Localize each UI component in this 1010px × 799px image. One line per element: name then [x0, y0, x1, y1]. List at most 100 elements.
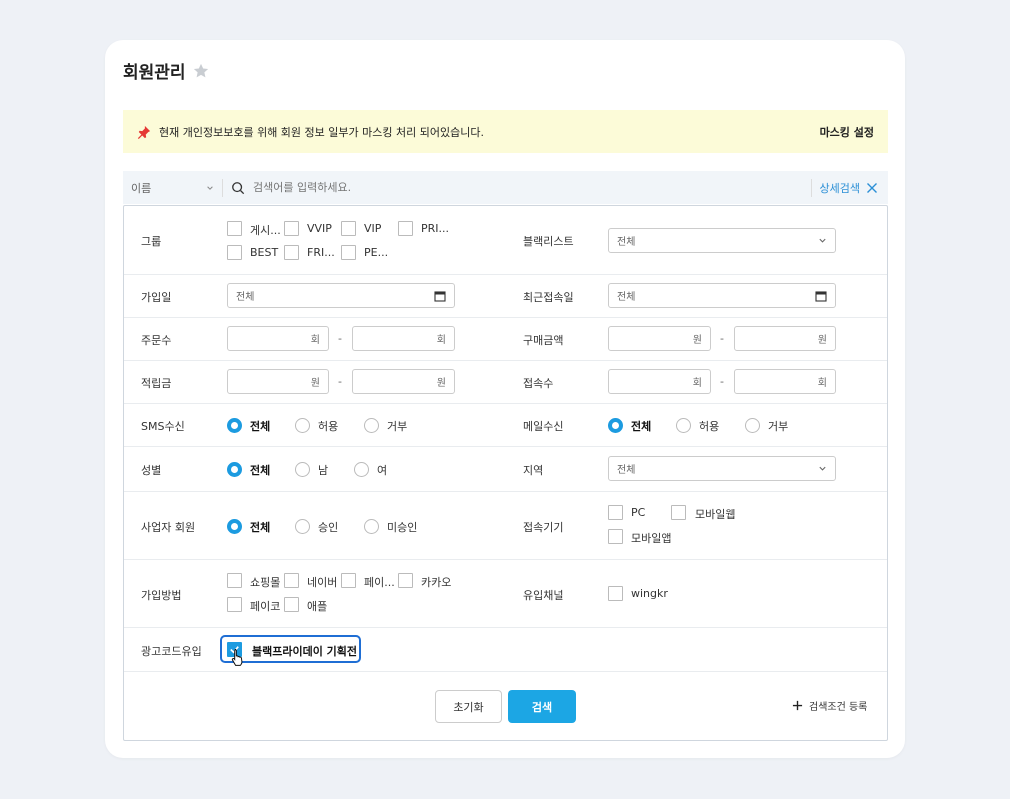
group-checkbox[interactable] — [227, 221, 242, 236]
gender-radio-female[interactable] — [354, 462, 369, 477]
join-method-option: 네이버 — [307, 576, 338, 589]
group-checkbox[interactable] — [398, 221, 413, 236]
filter-row-consent: SMS수신 전체 허용 거부 메일수신 전체 허용 거부 — [124, 404, 887, 447]
chevron-down-icon — [207, 185, 213, 190]
inflow-channel-option: wingkr — [631, 587, 668, 600]
group-checkbox[interactable] — [341, 221, 356, 236]
filter-row-gender: 성별 전체 남 여 지역 전체 — [124, 447, 887, 492]
inflow-channel-checkbox[interactable] — [608, 586, 623, 601]
purchase-amount-max[interactable]: 원 — [734, 326, 836, 351]
device-checkbox[interactable] — [671, 505, 686, 520]
search-field-select[interactable]: 이름 — [123, 178, 223, 197]
group-option: BEST — [250, 246, 279, 259]
region-select[interactable]: 전체 — [608, 456, 836, 481]
join-method-checkbox[interactable] — [284, 597, 299, 612]
filter-row-points: 적립금 원 - 원 접속수 회 - 회 — [124, 361, 887, 404]
region-value: 전체 — [617, 465, 636, 476]
chevron-down-icon — [819, 466, 826, 471]
join-method-checkbox[interactable] — [227, 573, 242, 588]
email-option: 전체 — [631, 420, 652, 433]
ad-code-option: 블랙프라이데이 기획전 — [252, 645, 358, 658]
points-max[interactable]: 원 — [352, 369, 455, 394]
purchase-amount-min[interactable]: 원 — [608, 326, 711, 351]
register-search-condition-button[interactable]: 검색조건 등록 — [792, 698, 867, 713]
group-checkbox[interactable] — [284, 245, 299, 260]
group-option: VIP — [364, 222, 382, 235]
join-date-label: 가입일 — [141, 291, 172, 304]
join-method-option: 페이코 — [250, 600, 281, 613]
search-input[interactable] — [245, 181, 811, 194]
range-separator: - — [338, 332, 342, 345]
visits-max[interactable]: 회 — [734, 369, 836, 394]
filter-row-join-method: 가입방법 쇼핑몰 네이버 페이... 카카오 페이코 애플 유입채널 wingk… — [124, 560, 887, 628]
group-checkbox[interactable] — [341, 245, 356, 260]
close-icon[interactable] — [866, 182, 878, 194]
business-radio-approved[interactable] — [295, 519, 310, 534]
notice-text: 현재 개인정보보호를 위해 회원 정보 일부가 마스킹 처리 되어있습니다. — [159, 125, 484, 139]
group-checkbox[interactable] — [284, 221, 299, 236]
page-title-wrap: 회원관리 — [123, 58, 210, 83]
search-bar: 이름 상세검색 — [123, 171, 888, 204]
sms-option: 전체 — [250, 420, 271, 433]
order-count-max[interactable]: 회 — [352, 326, 455, 351]
group-option: 게시... — [250, 224, 281, 237]
reset-button[interactable]: 초기화 — [435, 690, 502, 723]
device-checkbox[interactable] — [608, 505, 623, 520]
search-button[interactable]: 검색 — [508, 690, 576, 723]
order-count-min[interactable]: 회 — [227, 326, 329, 351]
gender-option: 여 — [377, 464, 388, 477]
sms-radio-deny[interactable] — [364, 418, 379, 433]
filter-row-orders: 주문수 회 - 회 구매금액 원 - 원 — [124, 318, 887, 361]
join-method-checkbox[interactable] — [398, 573, 413, 588]
group-option: PE... — [364, 246, 389, 259]
ad-code-label: 광고코드유입 — [141, 645, 202, 658]
advanced-search-toggle[interactable]: 상세검색 — [810, 178, 888, 197]
advanced-search-label: 상세검색 — [819, 181, 860, 195]
join-method-checkbox[interactable] — [284, 573, 299, 588]
gender-radio-male[interactable] — [295, 462, 310, 477]
device-option: 모바일앱 — [631, 532, 672, 545]
group-checkbox[interactable] — [227, 245, 242, 260]
unit-label: 원 — [817, 335, 827, 346]
email-label: 메일수신 — [523, 420, 564, 433]
blacklist-select[interactable]: 전체 — [608, 228, 836, 253]
advanced-search-panel: 그룹 게시... VVIP VIP PRI... BEST FRI... PE.… — [123, 205, 888, 741]
filter-row-business: 사업자 회원 전체 승인 미승인 접속기기 PC 모바일웹 모바일앱 — [124, 492, 887, 560]
privacy-notice: 현재 개인정보보호를 위해 회원 정보 일부가 마스킹 처리 되어있습니다. 마… — [123, 110, 888, 153]
business-option: 승인 — [318, 521, 339, 534]
gender-radio-all[interactable] — [227, 462, 242, 477]
page-title: 회원관리 — [123, 63, 186, 83]
join-date-picker[interactable]: 전체 — [227, 283, 455, 308]
unit-label: 회 — [817, 378, 827, 389]
points-min[interactable]: 원 — [227, 369, 329, 394]
device-checkbox[interactable] — [608, 529, 623, 544]
visits-label: 접속수 — [523, 377, 554, 390]
business-radio-all[interactable] — [227, 519, 242, 534]
join-method-checkbox[interactable] — [341, 573, 356, 588]
business-option: 미승인 — [387, 521, 418, 534]
visits-min[interactable]: 회 — [608, 369, 711, 394]
blacklist-value: 전체 — [617, 237, 636, 248]
join-method-checkbox[interactable] — [227, 597, 242, 612]
device-label: 접속기기 — [523, 521, 564, 534]
points-label: 적립금 — [141, 377, 172, 390]
unit-label: 원 — [436, 378, 446, 389]
gender-label: 성별 — [141, 464, 162, 477]
masking-settings-link[interactable]: 마스킹 설정 — [820, 124, 874, 140]
group-option: PRI... — [421, 222, 450, 235]
ad-code-option-highlight[interactable]: 블랙프라이데이 기획전 — [220, 635, 361, 666]
email-radio-deny[interactable] — [745, 418, 760, 433]
region-label: 지역 — [523, 464, 544, 477]
sms-option: 거부 — [387, 420, 408, 433]
business-label: 사업자 회원 — [141, 521, 196, 534]
sms-radio-all[interactable] — [227, 418, 242, 433]
sms-radio-allow[interactable] — [295, 418, 310, 433]
business-radio-unapproved[interactable] — [364, 519, 379, 534]
join-method-label: 가입방법 — [141, 589, 182, 602]
star-icon[interactable] — [192, 62, 210, 80]
chevron-down-icon — [819, 238, 826, 243]
filter-row-group: 그룹 게시... VVIP VIP PRI... BEST FRI... PE.… — [124, 206, 887, 275]
email-radio-allow[interactable] — [676, 418, 691, 433]
email-radio-all[interactable] — [608, 418, 623, 433]
last-login-picker[interactable]: 전체 — [608, 283, 836, 308]
